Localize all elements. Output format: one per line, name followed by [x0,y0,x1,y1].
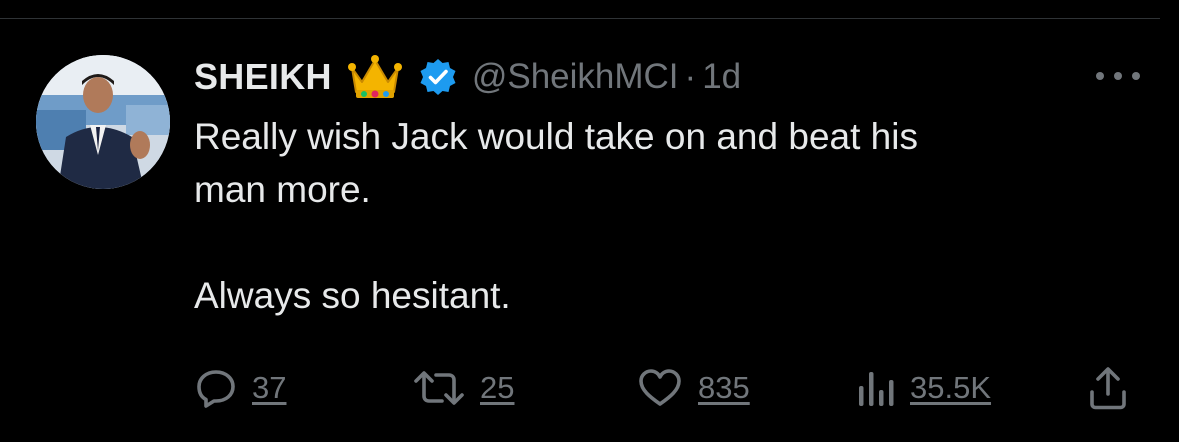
retweet-icon [414,371,464,405]
reply-count[interactable]: 37 [252,370,286,406]
reply-button[interactable]: 37 [194,362,286,414]
more-dot [1114,72,1122,80]
views-button[interactable]: 35.5K [856,362,991,414]
profile-photo [36,55,170,189]
tweet-text-line: Always so hesitant. [194,275,511,316]
retweet-button[interactable]: 25 [412,362,514,414]
more-icon[interactable] [1096,64,1140,88]
crown-icon [347,55,402,98]
action-bar: 37 25 835 35.5K [194,362,1144,414]
timestamp[interactable]: 1d [702,57,741,97]
display-name[interactable]: SHEIKH [194,56,332,98]
separator-dot: · [684,57,697,96]
avatar[interactable] [36,55,170,189]
tweet-text-line: Really wish Jack would take on and beat … [194,116,918,157]
like-button[interactable]: 835 [636,362,750,414]
retweet-count[interactable]: 25 [480,370,514,406]
top-divider [0,18,1160,19]
heart-icon [639,369,681,406]
share-button[interactable] [1086,362,1130,414]
views-count[interactable]: 35.5K [910,370,991,406]
tweet-header: SHEIKH @SheikhMCI · 1d [194,50,741,104]
verified-badge-icon[interactable] [418,57,458,97]
more-dot [1096,72,1104,80]
tweet-text: Really wish Jack would take on and beat … [194,110,1124,322]
reply-icon [197,370,235,408]
views-icon [859,372,894,406]
handle[interactable]: @SheikhMCI [472,57,679,97]
like-count[interactable]: 835 [698,370,750,406]
more-dot [1132,72,1140,80]
share-icon [1090,367,1126,410]
tweet-text-line: man more. [194,169,371,210]
